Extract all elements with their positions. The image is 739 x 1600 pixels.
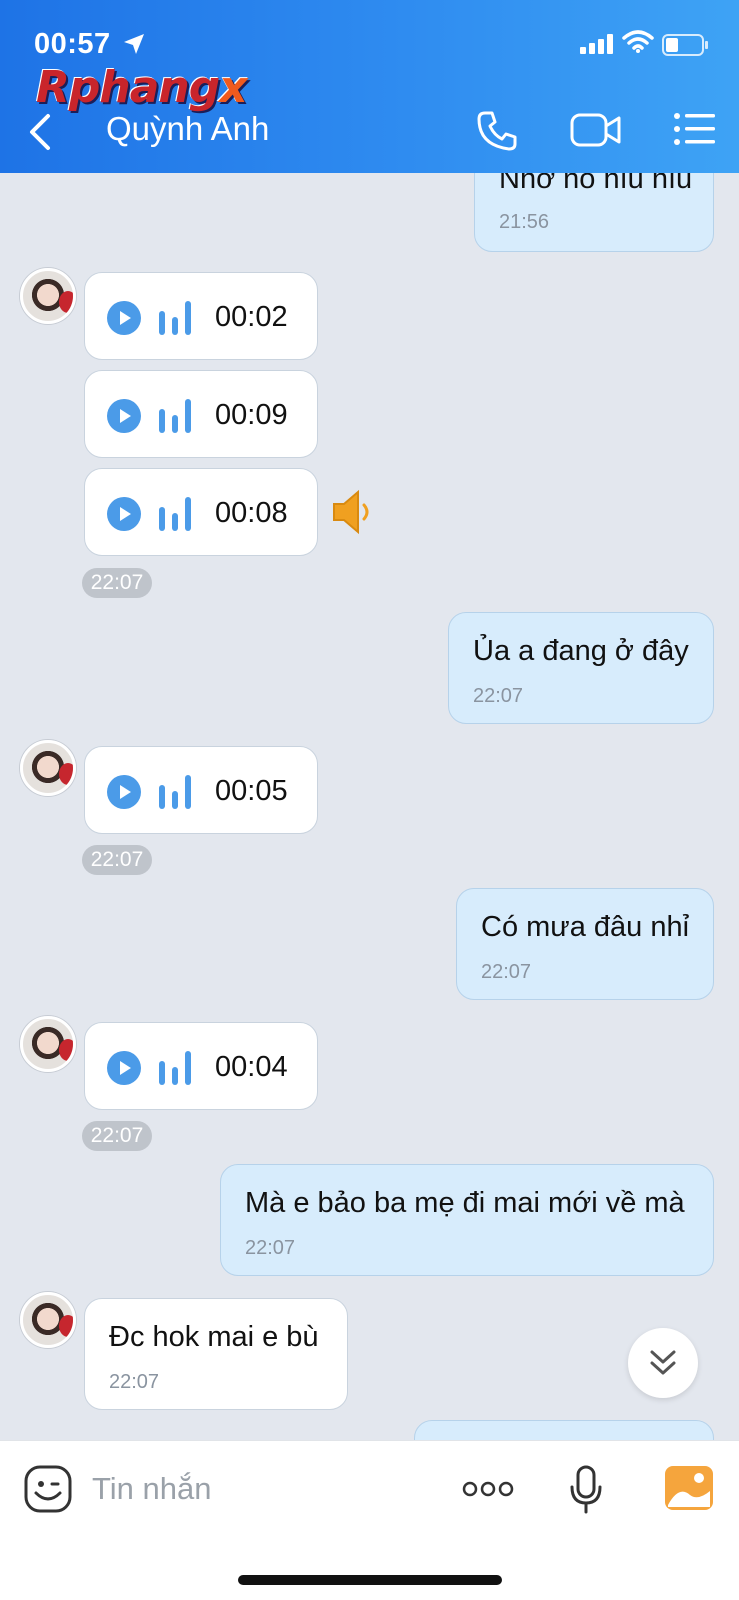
voice-message[interactable]: 00:09 — [84, 370, 318, 458]
play-icon[interactable] — [107, 399, 141, 433]
audio-waveform-icon — [159, 399, 191, 433]
voice-duration: 00:08 — [215, 497, 288, 529]
message-time: 22:07 — [245, 1237, 296, 1259]
message-outgoing[interactable]: Mà e bảo ba mẹ đi mai mới về mà 22:07 — [220, 1164, 714, 1276]
message-text: Đc hok mai e bù — [109, 1321, 319, 1353]
message-time: 22:07 — [109, 1371, 160, 1393]
audio-waveform-icon — [159, 1051, 191, 1085]
app-header: 00:57 Rphangx Quỳnh Anh — [0, 0, 739, 173]
voice-duration: 00:05 — [215, 775, 288, 807]
message-outgoing[interactable]: Có mưa đâu nhỉ 22:07 — [456, 888, 714, 1000]
chat-title[interactable]: Quỳnh Anh — [106, 110, 269, 148]
video-call-icon[interactable] — [570, 112, 622, 148]
menu-list-icon[interactable] — [674, 112, 716, 146]
message-text: Mà e bảo ba mẹ đi mai mới về mà — [245, 1187, 685, 1219]
image-gallery-icon[interactable] — [664, 1465, 714, 1511]
message-time: 22:07 — [481, 961, 532, 983]
voice-message[interactable]: 00:04 — [84, 1022, 318, 1110]
battery-icon — [662, 34, 708, 56]
double-chevron-down-icon — [650, 1350, 676, 1375]
play-icon[interactable] — [107, 775, 141, 809]
voice-message[interactable]: 00:08 — [84, 468, 318, 556]
time-chip: 22:07 — [82, 568, 152, 598]
voice-duration: 00:09 — [215, 399, 288, 431]
message-text: Ủa a đang ở đây — [473, 635, 689, 667]
message-incoming[interactable]: Đc hok mai e bù 22:07 — [84, 1298, 348, 1410]
watermark-logo: Rphangx — [36, 62, 248, 113]
message-text: Có mưa đâu nhỉ — [481, 911, 690, 943]
message-outgoing[interactable]: Ủa a đang ở đây 22:07 — [448, 612, 714, 724]
voice-message[interactable]: 00:02 — [84, 272, 318, 360]
chat-area[interactable]: Nhớ nó hìu hìu 21:56 00:02 00:09 00:08 2… — [0, 0, 739, 1440]
audio-waveform-icon — [159, 775, 191, 809]
contact-avatar[interactable] — [20, 268, 76, 324]
signal-icon — [580, 34, 613, 54]
audio-waveform-icon — [159, 497, 191, 531]
scroll-to-bottom-button[interactable] — [628, 1328, 698, 1398]
microphone-icon[interactable] — [568, 1465, 604, 1515]
play-icon[interactable] — [107, 1051, 141, 1085]
time-chip: 22:07 — [82, 1121, 152, 1151]
voice-message[interactable]: 00:05 — [84, 746, 318, 834]
voice-duration: 00:04 — [215, 1051, 288, 1083]
time-chip: 22:07 — [82, 845, 152, 875]
wifi-icon — [622, 30, 654, 53]
contact-avatar[interactable] — [20, 740, 76, 796]
message-time: 22:07 — [473, 685, 524, 707]
sticker-emoji-icon[interactable] — [24, 1465, 72, 1513]
more-options-icon[interactable] — [462, 1481, 514, 1497]
home-indicator[interactable] — [238, 1575, 502, 1585]
speaker-icon[interactable] — [330, 488, 376, 536]
message-input[interactable] — [92, 1463, 422, 1515]
voice-duration: 00:02 — [215, 301, 288, 333]
play-icon[interactable] — [107, 497, 141, 531]
play-icon[interactable] — [107, 301, 141, 335]
location-arrow-icon — [124, 34, 144, 54]
message-time: 21:56 — [499, 211, 550, 233]
message-outgoing[interactable] — [414, 1420, 714, 1440]
phone-call-icon[interactable] — [476, 110, 518, 152]
contact-avatar[interactable] — [20, 1016, 76, 1072]
back-arrow-icon[interactable] — [26, 112, 54, 152]
audio-waveform-icon — [159, 301, 191, 335]
message-input-bar — [0, 1440, 739, 1600]
contact-avatar[interactable] — [20, 1292, 76, 1348]
status-time: 00:57 — [34, 28, 111, 60]
